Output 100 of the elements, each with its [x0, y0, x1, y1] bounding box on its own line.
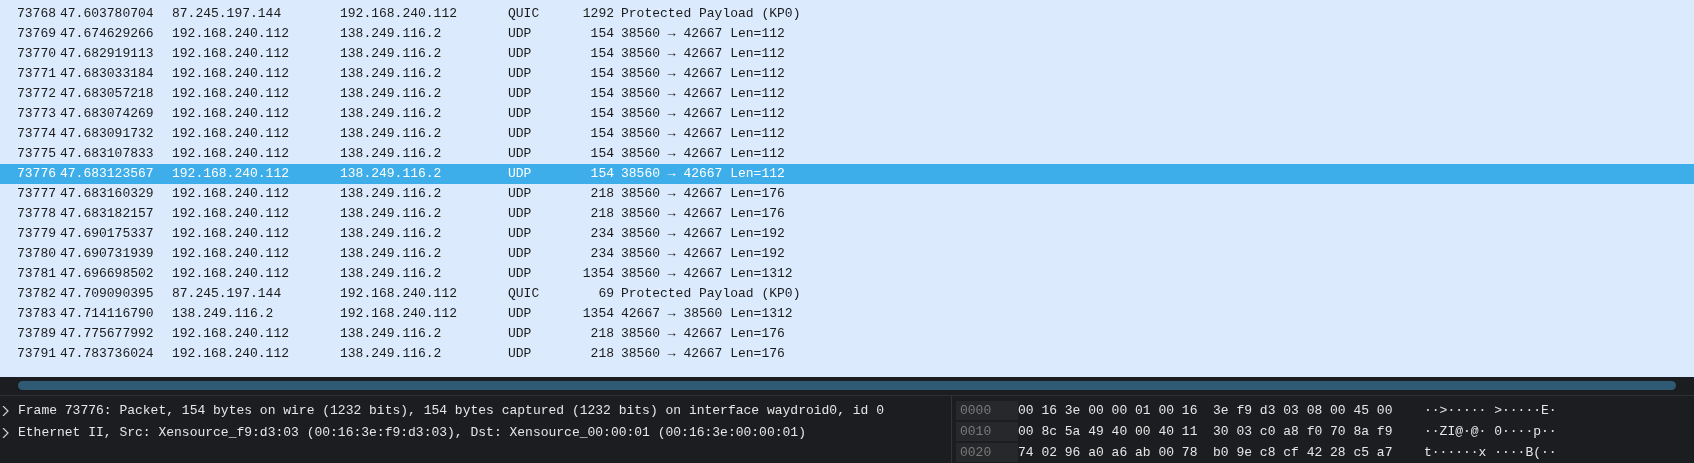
packet-row[interactable]: 73789 47.775677992 192.168.240.112 138.249.116.2 UDP 218 38560 → 42667 Len=176 — [0, 324, 1694, 344]
packet-info: 38560 → 42667 Len=176 — [620, 325, 785, 344]
packet-length: 218 — [589, 325, 614, 344]
packet-protocol: UDP — [508, 245, 533, 264]
packet-destination: 138.249.116.2 — [340, 345, 443, 364]
packet-length: 154 — [589, 25, 614, 44]
packet-length: 234 — [589, 245, 614, 264]
packet-destination: 138.249.116.2 — [340, 125, 443, 144]
packet-protocol: UDP — [508, 85, 533, 104]
packet-length: 69 — [597, 285, 614, 304]
packet-protocol: UDP — [508, 265, 533, 284]
packet-row[interactable]: 73781 47.696698502 192.168.240.112 138.249.116.2 UDP 1354 38560 → 42667 Len=1312 — [0, 264, 1694, 284]
packet-source: 87.245.197.144 — [172, 285, 283, 304]
ascii-bytes: t······x ····B(·· — [1424, 443, 1557, 462]
packet-info: 38560 → 42667 Len=112 — [620, 65, 785, 84]
packet-destination: 192.168.240.112 — [340, 305, 459, 324]
packet-info: 38560 → 42667 Len=112 — [620, 25, 785, 44]
packet-info: 38560 → 42667 Len=176 — [620, 185, 785, 204]
packet-info: 38560 → 42667 Len=192 — [620, 225, 785, 244]
packet-length: 1354 — [581, 305, 614, 324]
packet-row[interactable]: 73771 47.683033184 192.168.240.112 138.249.116.2 UDP 154 38560 → 42667 Len=112 — [0, 64, 1694, 84]
packet-length: 1354 — [581, 265, 614, 284]
packet-row[interactable]: 73783 47.714116790 138.249.116.2 192.168.240.112 UDP 1354 42667 → 38560 Len=1312 — [0, 304, 1694, 324]
packet-number: 73782 — [16, 285, 56, 304]
packet-row[interactable]: 73782 47.709090395 87.245.197.144 192.168.240.112 QUIC 69 Protected Payload (KP0) — [0, 284, 1694, 304]
packet-row[interactable]: 73775 47.683107833 192.168.240.112 138.249.116.2 UDP 154 38560 → 42667 Len=112 — [0, 144, 1694, 164]
packet-destination: 192.168.240.112 — [340, 285, 459, 304]
packet-number: 73769 — [16, 25, 56, 44]
expand-chevron-icon[interactable] — [2, 428, 10, 438]
packet-source: 192.168.240.112 — [172, 125, 291, 144]
packet-time: 47.783736024 — [59, 345, 155, 364]
packet-row[interactable]: 73774 47.683091732 192.168.240.112 138.249.116.2 UDP 154 38560 → 42667 Len=112 — [0, 124, 1694, 144]
packet-info: Protected Payload (KP0) — [620, 285, 801, 304]
packet-protocol: UDP — [508, 125, 533, 144]
packet-row[interactable]: 73772 47.683057218 192.168.240.112 138.249.116.2 UDP 154 38560 → 42667 Len=112 — [0, 84, 1694, 104]
hex-offset: 0010 — [956, 421, 1018, 442]
packet-info: 38560 → 42667 Len=112 — [620, 125, 785, 144]
packet-info: 38560 → 42667 Len=112 — [620, 165, 785, 184]
packet-time: 47.683091732 — [59, 125, 155, 144]
packet-number: 73783 — [16, 305, 56, 324]
packet-info: 38560 → 42667 Len=112 — [620, 145, 785, 164]
packet-source: 87.245.197.144 — [172, 5, 283, 24]
packet-number: 73770 — [16, 45, 56, 64]
packet-source: 192.168.240.112 — [172, 45, 291, 64]
packet-time: 47.683033184 — [59, 65, 155, 84]
packet-destination: 138.249.116.2 — [340, 25, 443, 44]
packet-length: 154 — [589, 145, 614, 164]
packet-source: 192.168.240.112 — [172, 205, 291, 224]
packet-source: 138.249.116.2 — [172, 305, 275, 324]
packet-source: 192.168.240.112 — [172, 345, 291, 364]
packet-info: 38560 → 42667 Len=176 — [620, 205, 785, 224]
packet-protocol: UDP — [508, 145, 533, 164]
packet-time: 47.690175337 — [59, 225, 155, 244]
packet-row[interactable]: 73779 47.690175337 192.168.240.112 138.249.116.2 UDP 234 38560 → 42667 Len=192 — [0, 224, 1694, 244]
packet-row[interactable]: 73791 47.783736024 192.168.240.112 138.249.116.2 UDP 218 38560 → 42667 Len=176 — [0, 344, 1694, 364]
packet-number: 73779 — [16, 225, 56, 244]
ascii-bytes: ··ZI@·@· 0····p·· — [1424, 422, 1557, 441]
protocol-tree-item[interactable]: Frame 73776: Packet, 154 bytes on wire (1232 bits), 154 bytes captured (1232 bits) on interface waydroid0, id 0 — [18, 401, 884, 421]
packet-source: 192.168.240.112 — [172, 65, 291, 84]
packet-protocol: UDP — [508, 45, 533, 64]
packet-destination: 138.249.116.2 — [340, 225, 443, 244]
packet-protocol: UDP — [508, 305, 533, 324]
packet-destination: 138.249.116.2 — [340, 105, 443, 124]
packet-row[interactable]: 73777 47.683160329 192.168.240.112 138.249.116.2 UDP 218 38560 → 42667 Len=176 — [0, 184, 1694, 204]
packet-number: 73781 — [16, 265, 56, 284]
packet-length: 154 — [589, 65, 614, 84]
packet-protocol: QUIC — [508, 5, 541, 24]
packet-source: 192.168.240.112 — [172, 185, 291, 204]
packet-number: 73771 — [16, 65, 56, 84]
packet-number: 73774 — [16, 125, 56, 144]
protocol-tree-item[interactable]: Ethernet II, Src: Xensource_f9:d3:03 (00:16:3e:f9:d3:03), Dst: Xensource_00:00:01 (00:16:3e:00:00:01) — [18, 423, 806, 443]
packet-destination: 138.249.116.2 — [340, 65, 443, 84]
packet-row[interactable]: 73780 47.690731939 192.168.240.112 138.249.116.2 UDP 234 38560 → 42667 Len=192 — [0, 244, 1694, 264]
packet-protocol: UDP — [508, 165, 533, 184]
packet-time: 47.683123567 — [59, 165, 155, 184]
packet-info: 38560 → 42667 Len=192 — [620, 245, 785, 264]
packet-time: 47.683182157 — [59, 205, 155, 224]
packet-source: 192.168.240.112 — [172, 105, 291, 124]
packet-source: 192.168.240.112 — [172, 265, 291, 284]
packet-destination: 138.249.116.2 — [340, 85, 443, 104]
horizontal-scrollbar[interactable] — [18, 381, 1676, 391]
packet-length: 154 — [589, 105, 614, 124]
packet-row[interactable]: 73778 47.683182157 192.168.240.112 138.249.116.2 UDP 218 38560 → 42667 Len=176 — [0, 204, 1694, 224]
packet-row[interactable]: 73769 47.674629266 192.168.240.112 138.249.116.2 UDP 154 38560 → 42667 Len=112 — [0, 24, 1694, 44]
packet-row[interactable]: 73773 47.683074269 192.168.240.112 138.249.116.2 UDP 154 38560 → 42667 Len=112 — [0, 104, 1694, 124]
packet-length: 154 — [589, 125, 614, 144]
packet-destination: 138.249.116.2 — [340, 185, 443, 204]
packet-destination: 138.249.116.2 — [340, 45, 443, 64]
packet-row[interactable]: 73770 47.682919113 192.168.240.112 138.249.116.2 UDP 154 38560 → 42667 Len=112 — [0, 44, 1694, 64]
packet-row[interactable]: 73768 47.603780704 87.245.197.144 192.168.240.112 QUIC 1292 Protected Payload (KP0) — [0, 4, 1694, 24]
packet-protocol: UDP — [508, 225, 533, 244]
packet-length: 218 — [589, 345, 614, 364]
packet-protocol: UDP — [508, 325, 533, 344]
expand-chevron-icon[interactable] — [2, 406, 10, 416]
packet-length: 218 — [589, 205, 614, 224]
packet-info: 38560 → 42667 Len=112 — [620, 45, 785, 64]
packet-length: 154 — [589, 165, 614, 184]
packet-source: 192.168.240.112 — [172, 245, 291, 264]
packet-time: 47.696698502 — [59, 265, 155, 284]
packet-length: 218 — [589, 185, 614, 204]
